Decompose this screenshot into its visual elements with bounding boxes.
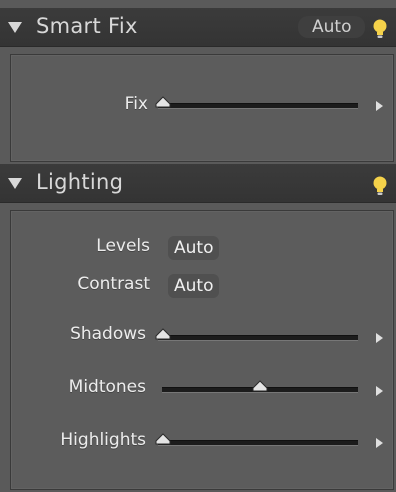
- contrast-auto-button[interactable]: Auto: [168, 274, 220, 298]
- lighting-header[interactable]: Lighting: [0, 164, 396, 203]
- shadows-slider-thumb[interactable]: [154, 328, 172, 340]
- fix-slider-track[interactable]: [158, 103, 358, 109]
- collapse-triangle-icon[interactable]: [8, 22, 22, 33]
- highlights-slider-thumb[interactable]: [154, 433, 172, 445]
- levels-label: Levels: [96, 236, 150, 256]
- contrast-label: Contrast: [77, 274, 150, 294]
- shadows-expand-arrow-icon[interactable]: [376, 333, 383, 343]
- midtones-label: Midtones: [68, 377, 146, 397]
- collapse-triangle-icon[interactable]: [8, 178, 22, 189]
- midtones-expand-arrow-icon[interactable]: [376, 386, 383, 396]
- smart-fix-title: Smart Fix: [36, 14, 138, 38]
- smart-fix-header[interactable]: Smart Fix Auto: [0, 8, 396, 47]
- levels-auto-button[interactable]: Auto: [168, 236, 220, 260]
- lightbulb-icon[interactable]: [372, 175, 388, 197]
- lightbulb-icon[interactable]: [372, 18, 388, 40]
- fix-label: Fix: [124, 94, 148, 114]
- smart-fix-auto-button[interactable]: Auto: [298, 16, 366, 38]
- highlights-label: Highlights: [60, 430, 146, 450]
- lighting-title: Lighting: [36, 170, 124, 194]
- shadows-slider-track[interactable]: [158, 335, 358, 341]
- shadows-label: Shadows: [70, 324, 146, 344]
- highlights-slider-track[interactable]: [158, 440, 358, 446]
- highlights-expand-arrow-icon[interactable]: [376, 438, 383, 448]
- fix-expand-arrow-icon[interactable]: [376, 101, 383, 111]
- fix-slider-thumb[interactable]: [154, 96, 172, 108]
- midtones-slider-thumb[interactable]: [251, 380, 269, 392]
